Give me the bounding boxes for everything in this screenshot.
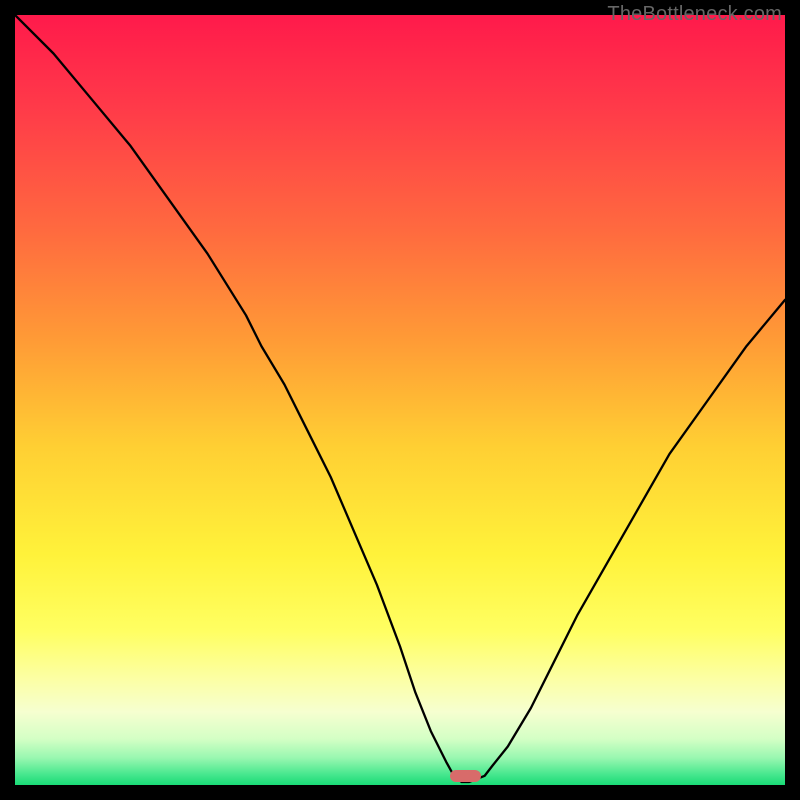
optimum-marker bbox=[450, 770, 481, 782]
plot-area bbox=[15, 15, 785, 785]
bottleneck-curve bbox=[15, 15, 785, 785]
watermark-text: TheBottleneck.com bbox=[607, 3, 782, 26]
chart-frame: TheBottleneck.com bbox=[0, 0, 800, 800]
